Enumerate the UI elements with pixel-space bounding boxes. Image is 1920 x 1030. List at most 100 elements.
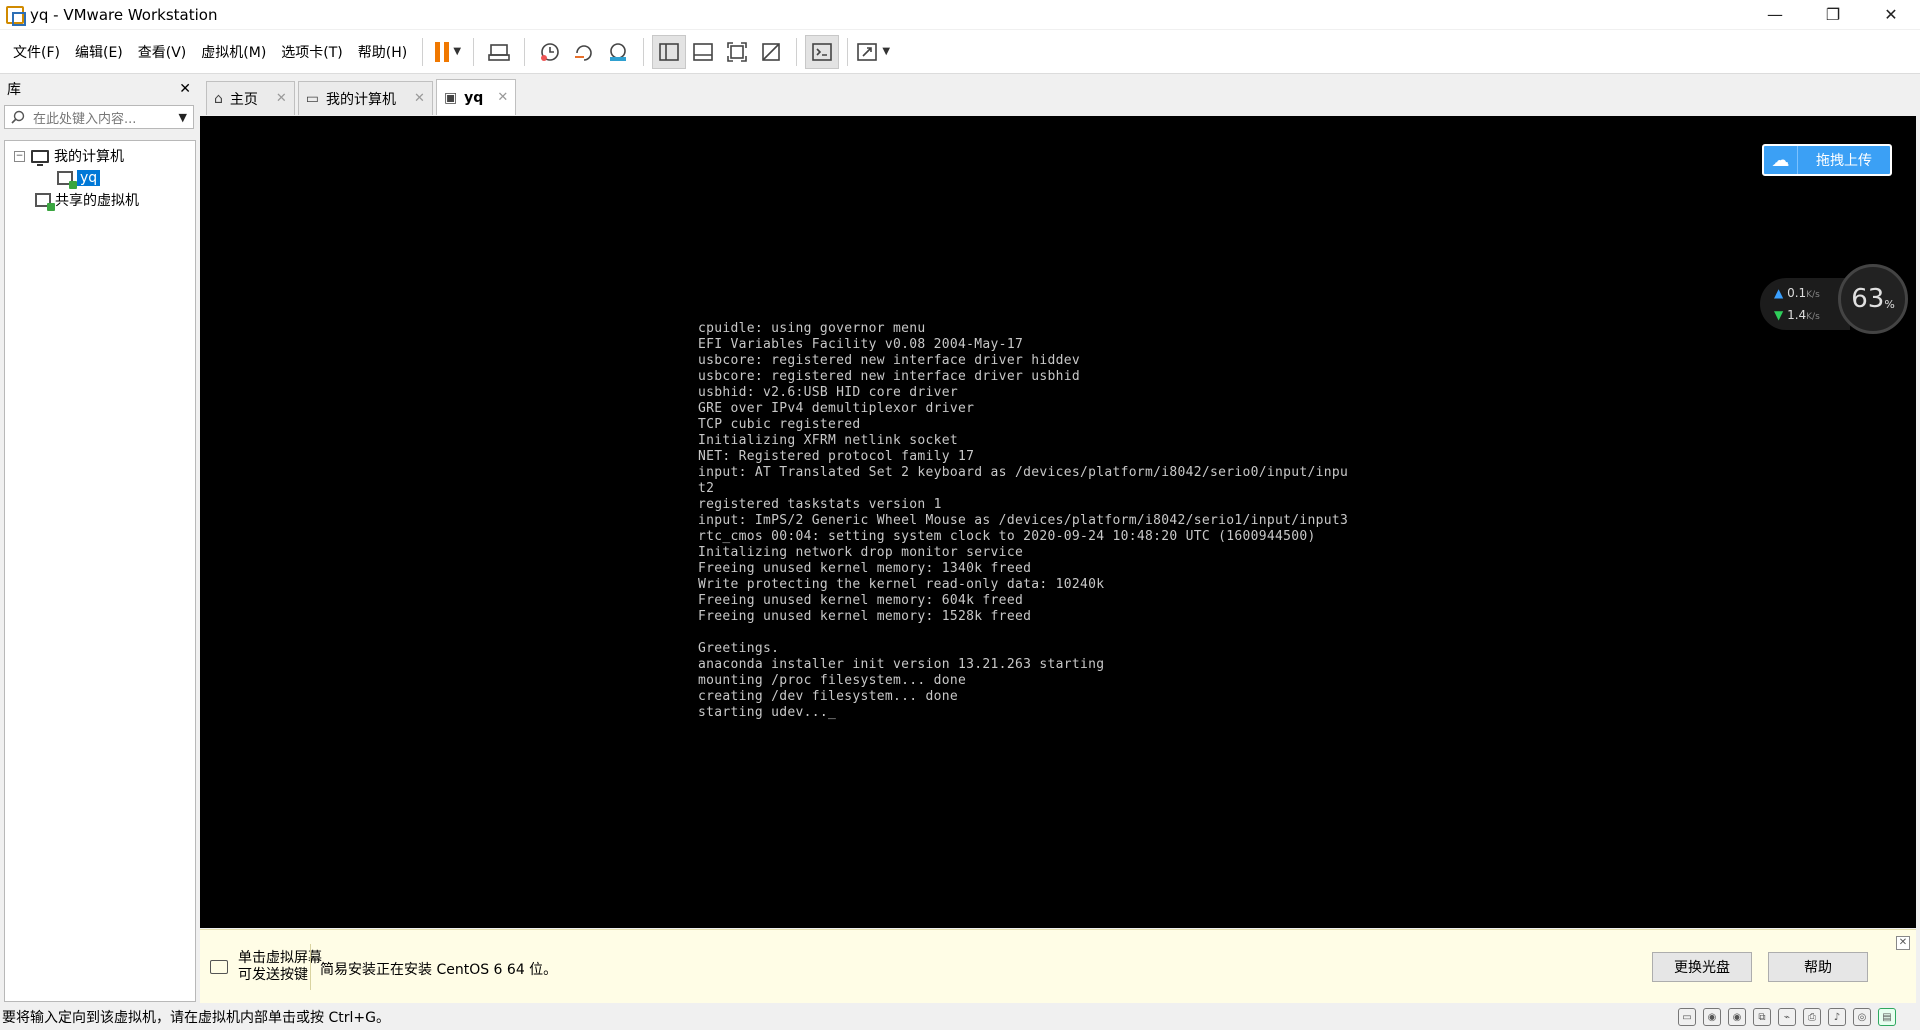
console-line: Write protecting the kernel read-only da…: [698, 577, 1105, 592]
tab-label: 主页: [229, 91, 258, 108]
keyboard-icon: [210, 960, 228, 974]
console-line: Initializing XFRM netlink socket: [698, 433, 959, 448]
close-notice-icon[interactable]: ✕: [1896, 936, 1910, 950]
tab-yq[interactable]: ▣ yq ✕: [435, 79, 517, 115]
unity-icon: [762, 42, 781, 61]
stretch-guest-button[interactable]: ▼: [856, 35, 890, 69]
status-text: 要将输入定向到该虚拟机，请在虚拟机内部单击或按 Ctrl+G。: [2, 1010, 390, 1026]
menu-edit[interactable]: 编辑(E): [68, 42, 130, 62]
close-library-button[interactable]: ✕: [179, 81, 191, 97]
full-screen-button[interactable]: [720, 35, 754, 69]
console-line: TCP cubic registered: [698, 417, 861, 432]
library-search-input[interactable]: 在此处键入内容... ▼: [4, 105, 194, 129]
monitor-icon: ▭: [305, 90, 320, 107]
library-layout-icon: [659, 42, 680, 61]
snapshot-manager-button[interactable]: [601, 35, 635, 69]
pause-vm-button[interactable]: ▼: [431, 35, 465, 69]
console-line: registered taskstats version 1: [698, 497, 942, 512]
shared-vm-icon: [35, 193, 55, 211]
chevron-down-icon[interactable]: ▼: [453, 46, 461, 57]
console-view-button[interactable]: [805, 34, 840, 69]
search-placeholder: 在此处键入内容...: [33, 111, 137, 127]
menu-tabs[interactable]: 选项卡(T): [274, 42, 349, 62]
close-tab-icon[interactable]: ✕: [414, 91, 425, 106]
cd-dvd-2-icon[interactable]: ◉: [1728, 1008, 1746, 1026]
full-screen-icon: [727, 41, 748, 62]
usb-icon[interactable]: ⌁: [1778, 1008, 1796, 1026]
gauge-value: 63: [1851, 284, 1885, 314]
menu-file[interactable]: 文件(F): [6, 42, 67, 62]
tree-item-label: 我的计算机: [54, 149, 124, 165]
tree-item-label: yq: [77, 170, 101, 186]
device-status-icons: ▭ ◉ ◉ ⧉ ⌁ ⎙ ♪ ◎ ▤: [1678, 1008, 1896, 1026]
vm-console-screen[interactable]: cpuidle: using governor menu EFI Variable…: [200, 116, 1916, 928]
console-line: Freeing unused kernel memory: 604k freed: [698, 593, 1024, 608]
tab-home[interactable]: ⌂ 主页 ✕: [206, 81, 295, 115]
show-thumbnail-bar-button[interactable]: [686, 35, 720, 69]
console-line: Greetings.: [698, 641, 780, 656]
home-icon: ⌂: [214, 90, 223, 107]
snapshot-manager-icon: [610, 42, 627, 61]
drag-upload-button[interactable]: ☁ 拖拽上传: [1762, 144, 1892, 176]
console-line: cpuidle: using governor menu: [698, 321, 926, 336]
take-snapshot-button[interactable]: [533, 35, 567, 69]
console-line: input: AT Translated Set 2 keyboard as /…: [698, 465, 1349, 480]
tree-item-yq[interactable]: yq: [5, 167, 195, 189]
window-controls: — ❐ ✕: [1746, 0, 1920, 29]
help-button[interactable]: 帮助: [1768, 952, 1868, 982]
chevron-down-icon[interactable]: ▼: [882, 46, 890, 57]
arrow-up-icon: ▲: [1774, 286, 1784, 300]
cloud-icon: ☁: [1764, 146, 1798, 174]
console-icon: [812, 42, 833, 61]
message-log-icon[interactable]: ▤: [1878, 1008, 1896, 1026]
menu-help[interactable]: 帮助(H): [351, 42, 414, 62]
library-tree: − 我的计算机 yq 共享的虚拟机: [4, 140, 196, 1002]
thumbnail-bar-icon: [693, 42, 714, 61]
snapshot-icon: [541, 42, 560, 61]
change-disc-button[interactable]: 更换光盘: [1652, 952, 1752, 982]
vm-icon: ▣: [443, 89, 458, 106]
menu-view[interactable]: 查看(V): [131, 42, 194, 62]
tab-label: yq: [464, 89, 484, 106]
printer-icon[interactable]: ⎙: [1803, 1008, 1821, 1026]
console-line: input: ImPS/2 Generic Wheel Mouse as /de…: [698, 513, 1349, 528]
library-header: 库 ✕: [0, 75, 198, 103]
console-line: usbhid: v2.6:USB HID core driver: [698, 385, 959, 400]
hard-disk-icon[interactable]: ▭: [1678, 1008, 1696, 1026]
minimize-button[interactable]: —: [1746, 0, 1804, 29]
close-tab-icon[interactable]: ✕: [497, 90, 508, 105]
collapse-icon[interactable]: −: [14, 150, 25, 162]
console-line: usbcore: registered new interface driver…: [698, 369, 1080, 384]
sound-icon[interactable]: ♪: [1828, 1008, 1846, 1026]
toolbar-separator: [524, 37, 526, 66]
unity-button[interactable]: [754, 35, 788, 69]
library-panel: 库 ✕ 在此处键入内容... ▼ − 我的计算机 yq 共享的虚拟机: [0, 75, 198, 1005]
send-ctrl-alt-del-button[interactable]: [482, 35, 516, 69]
title-bar: yq - VMware Workstation — ❐ ✕: [0, 0, 1920, 29]
console-line: usbcore: registered new interface driver…: [698, 353, 1080, 368]
toolbar-separator: [796, 37, 798, 66]
console-line: NET: Registered protocol family 17: [698, 449, 975, 464]
cd-dvd-icon[interactable]: ◉: [1703, 1008, 1721, 1026]
menu-toolbar: 文件(F) 编辑(E) 查看(V) 虚拟机(M) 选项卡(T) 帮助(H) ▼ …: [0, 30, 1920, 74]
tree-item-my-computer[interactable]: − 我的计算机: [5, 145, 195, 167]
console-line: mounting /proc filesystem... done: [698, 673, 967, 688]
restore-button[interactable]: ❐: [1804, 0, 1862, 29]
revert-snapshot-button[interactable]: [567, 35, 601, 69]
memory-gauge: 63%: [1838, 264, 1908, 334]
close-window-button[interactable]: ✕: [1862, 0, 1920, 29]
show-library-button[interactable]: [652, 34, 687, 69]
toolbar-separator: [473, 37, 475, 66]
network-adapter-icon[interactable]: ⧉: [1753, 1008, 1771, 1026]
tree-item-shared-vms[interactable]: 共享的虚拟机: [5, 189, 195, 211]
network-speed-widget[interactable]: ▲ 0.1K/s ▼ 1.4K/s 63%: [1760, 264, 1908, 334]
arrow-down-icon: ▼: [1774, 308, 1784, 322]
tab-bar: ⌂ 主页 ✕ ▭ 我的计算机 ✕ ▣ yq ✕: [204, 75, 1916, 115]
search-dropdown-icon[interactable]: ▼: [179, 111, 187, 124]
menu-vm[interactable]: 虚拟机(M): [194, 42, 273, 62]
tab-my-computer[interactable]: ▭ 我的计算机 ✕: [297, 81, 433, 115]
display-icon[interactable]: ◎: [1853, 1008, 1871, 1026]
close-tab-icon[interactable]: ✕: [276, 91, 287, 106]
upload-speed-value: 0.1: [1787, 286, 1807, 300]
console-line: creating /dev filesystem... done: [698, 689, 959, 704]
